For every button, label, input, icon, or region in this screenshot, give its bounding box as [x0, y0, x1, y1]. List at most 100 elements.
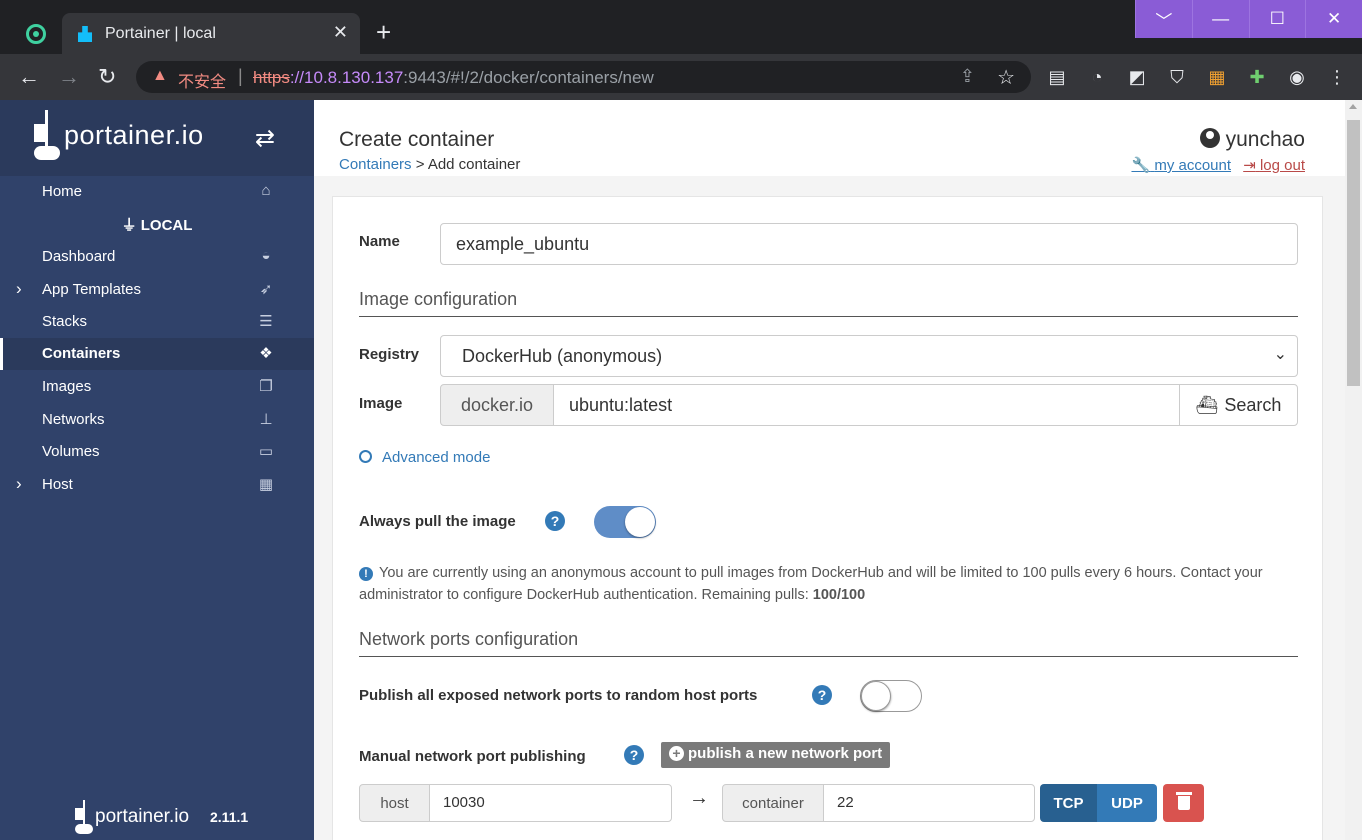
question-circle-icon[interactable]: ?	[624, 745, 644, 765]
sidebar-item-label: Images	[42, 378, 92, 395]
hdd-icon: ▭	[258, 443, 274, 460]
logo-text[interactable]: portainer.io	[64, 120, 204, 151]
always-pull-label: Always pull the image	[359, 513, 516, 530]
container-port-label: container	[722, 784, 824, 822]
globe-icon	[359, 450, 372, 463]
scroll-up-icon[interactable]	[1349, 104, 1357, 109]
maximize-button[interactable]: ☐	[1248, 0, 1306, 38]
sidebar-item-app-templates[interactable]: › App Templates ➶	[0, 274, 314, 306]
url-host: ://10.8.130.137	[289, 68, 404, 87]
always-pull-toggle[interactable]	[594, 506, 656, 538]
long-arrow-right-icon: →	[689, 787, 709, 809]
main-content: Create container Containers > Add contai…	[314, 100, 1345, 840]
chevron-right-icon[interactable]: ›	[16, 474, 22, 494]
menu-dots-icon[interactable]: ⋮	[1324, 66, 1350, 88]
chrome-icon[interactable]	[26, 24, 46, 44]
list-icon: ☰	[259, 313, 273, 330]
reload-icon[interactable]: ↻	[98, 64, 116, 90]
timer-extension-icon[interactable]: ◔	[1084, 66, 1110, 88]
sidebar-item-stacks[interactable]: Stacks ☰	[0, 306, 314, 338]
question-circle-icon[interactable]: ?	[545, 511, 565, 531]
username: yunchao	[1225, 128, 1305, 151]
sidebar-item-label: Volumes	[42, 443, 100, 460]
warning-icon[interactable]: ▲	[152, 67, 168, 85]
wrench-icon: 🔧	[1131, 157, 1151, 174]
back-arrow-icon[interactable]: ←	[18, 64, 40, 90]
sidebar-item-volumes[interactable]: Volumes ▭	[0, 436, 314, 468]
endpoint-label: ⏚ LOCAL	[121, 217, 193, 234]
gray-extension-icon[interactable]: ◩	[1124, 66, 1150, 88]
image-registry-prefix: docker.io	[440, 384, 554, 426]
host-port-input[interactable]: 10030	[429, 784, 672, 822]
forward-arrow-icon[interactable]: →	[58, 64, 80, 90]
home-icon: ⌂	[261, 182, 271, 199]
sidebar-item-label: App Templates	[42, 281, 141, 298]
log-out-link[interactable]: ⇥ log out	[1243, 157, 1305, 174]
toggle-knob	[625, 507, 655, 537]
sidebar-item-home[interactable]: Home ⌂	[0, 176, 314, 208]
puzzle-extension-icon[interactable]: ✚	[1244, 66, 1270, 88]
rss-extension-icon[interactable]: ▦	[1204, 66, 1230, 88]
exclamation-circle-icon: !	[359, 567, 373, 581]
close-window-button[interactable]: ✕	[1305, 0, 1362, 38]
name-label: Name	[359, 233, 400, 250]
minimize-button[interactable]: —	[1191, 0, 1249, 38]
host-port-label: host	[359, 784, 430, 822]
address-bar[interactable]: ▲ 不安全 | https://10.8.130.137:9443/#!/2/d…	[136, 61, 1031, 93]
container-port-input[interactable]: 22	[823, 784, 1035, 822]
remove-port-button[interactable]	[1163, 784, 1204, 822]
version-label: 2.11.1	[210, 809, 249, 825]
th-icon: ▦	[258, 476, 274, 493]
browser-tab[interactable]: Portainer | local ✕	[62, 13, 360, 54]
search-button-label: Search	[1224, 394, 1282, 415]
extensions-area: ▤ ◔ ◩ ⛉ ▦ ✚ ◉ ⋮	[1044, 66, 1350, 88]
profile-avatar-icon[interactable]: ◉	[1284, 66, 1310, 88]
sidebar-item-host[interactable]: › Host ▦	[0, 469, 314, 501]
bookmark-star-icon[interactable]: ☆	[997, 65, 1015, 90]
remaining-pulls: 100/100	[812, 587, 866, 603]
shield-extension-icon[interactable]: ⛉	[1164, 66, 1190, 88]
registry-label: Registry	[359, 346, 420, 363]
my-account-link[interactable]: 🔧 my account	[1131, 157, 1231, 174]
docker-icon: ⛴	[1195, 394, 1219, 415]
registry-select[interactable]: DockerHub (anonymous) ⌄	[440, 335, 1298, 377]
publish-all-toggle[interactable]	[860, 680, 922, 712]
sidebar-item-networks[interactable]: Networks ⊥	[0, 404, 314, 436]
sign-out-icon: ⇥	[1243, 157, 1256, 174]
tab-close-icon[interactable]: ✕	[333, 22, 348, 43]
advanced-mode-link[interactable]: Advanced mode	[359, 449, 490, 466]
portainer-logo-icon[interactable]	[32, 110, 62, 162]
breadcrumb-current: > Add container	[411, 156, 521, 173]
tab-title: Portainer | local	[105, 25, 216, 42]
page-scrollbar[interactable]	[1345, 100, 1362, 840]
tcp-button[interactable]: TCP	[1040, 784, 1097, 822]
toggle-knob	[861, 681, 891, 711]
breadcrumb-containers-link[interactable]: Containers	[339, 156, 412, 173]
network-config-heading: Network ports configuration	[359, 629, 1298, 657]
sidebar-item-dashboard[interactable]: Dashboard ◒	[0, 241, 314, 273]
document-extension-icon[interactable]: ▤	[1044, 66, 1070, 88]
separator: |	[238, 66, 243, 86]
scrollbar-thumb[interactable]	[1347, 120, 1360, 386]
image-input[interactable]: ubuntu:latest	[553, 384, 1180, 426]
tab-search-button[interactable]: ﹀	[1135, 0, 1192, 38]
udp-button[interactable]: UDP	[1097, 784, 1157, 822]
chevron-right-icon[interactable]: ›	[16, 279, 22, 299]
sidebar-item-label: Dashboard	[42, 248, 116, 265]
sidebar-item-images[interactable]: Images ❐	[0, 371, 314, 403]
question-circle-icon[interactable]: ?	[812, 685, 832, 705]
sidebar-item-label: Stacks	[42, 313, 88, 330]
image-config-heading: Image configuration	[359, 289, 1298, 317]
browser-tabbar: Portainer | local ✕ + ﹀ — ☐ ✕	[0, 0, 1362, 54]
new-tab-button[interactable]: +	[376, 18, 391, 46]
registry-selected-value: DockerHub (anonymous)	[462, 346, 663, 366]
publish-new-port-button[interactable]: + publish a new network port	[661, 742, 891, 768]
url-text[interactable]: https://10.8.130.137:9443/#!/2/docker/co…	[253, 68, 654, 88]
insecure-label[interactable]: 不安全	[178, 68, 226, 92]
exchange-icon[interactable]: ⇄	[255, 124, 275, 153]
sidebar-item-containers[interactable]: Containers ❖	[0, 338, 314, 370]
share-icon[interactable]: ⇪	[960, 66, 975, 87]
name-input[interactable]: example_ubuntu	[440, 223, 1298, 265]
chevron-down-icon: ⌄	[1273, 346, 1287, 363]
search-image-button[interactable]: ⛴ Search	[1179, 384, 1298, 426]
